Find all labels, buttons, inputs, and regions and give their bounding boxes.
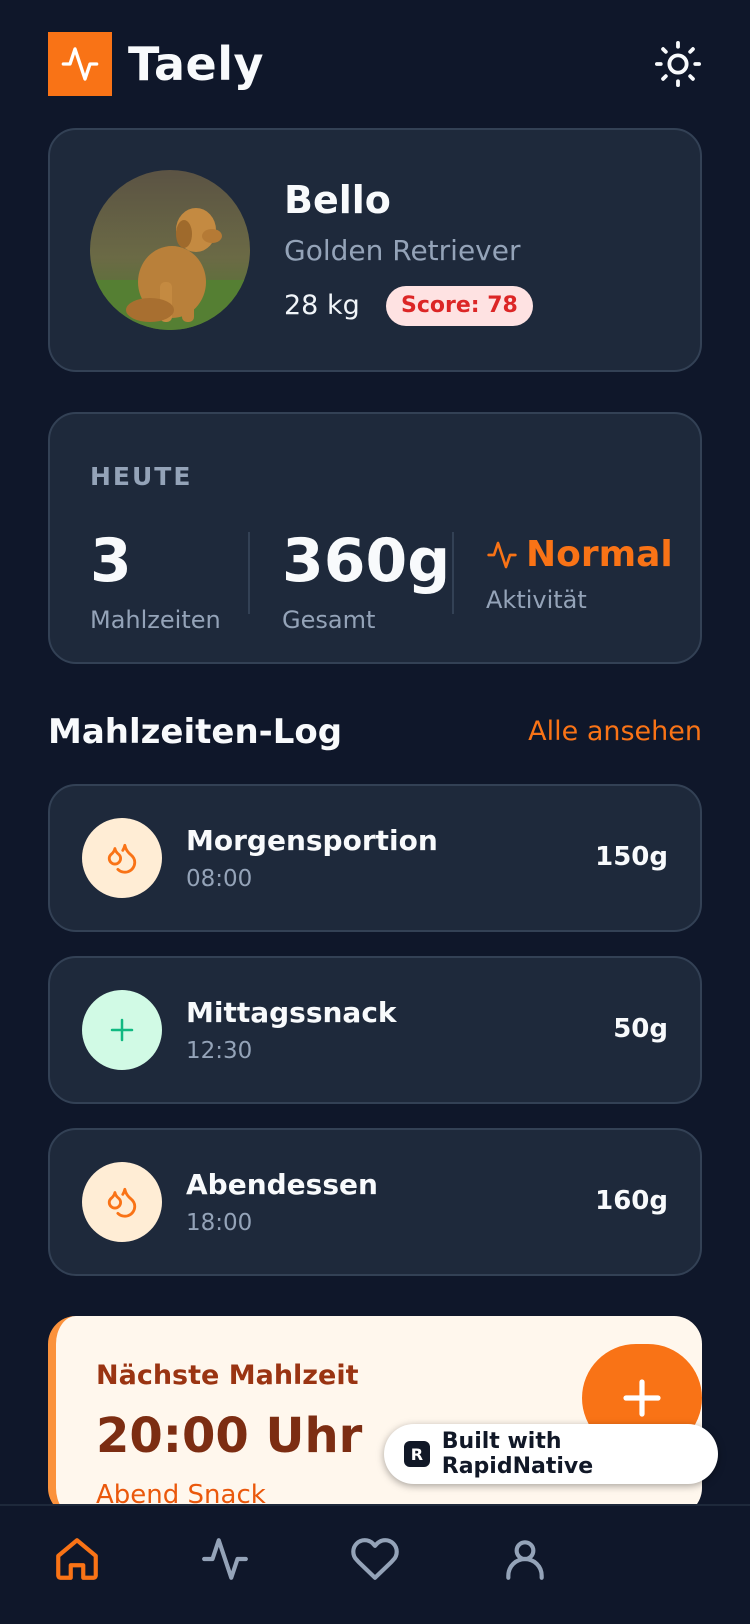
pet-breed: Golden Retriever [284,234,521,267]
heart-icon [351,1538,399,1580]
tab-profile[interactable] [470,1506,580,1624]
activity-label: Aktivität [486,586,587,614]
total-label: Gesamt [282,606,376,634]
app-header: Taely [48,32,702,96]
meal-time: 18:00 [186,1210,253,1236]
meal-amount: 160g [595,1186,668,1216]
sun-icon [655,41,701,87]
droplets-icon [107,843,137,874]
meal-name: Mittagssnack [186,996,397,1029]
plus-icon [110,1018,134,1042]
activity-value: Normal [526,534,673,575]
meal-item[interactable]: Mittagssnack 12:30 50g [48,956,702,1104]
plus-icon [623,1379,661,1417]
activity-icon [202,1538,248,1580]
see-all-link[interactable]: Alle ansehen [528,716,702,747]
meal-amount: 50g [613,1014,668,1044]
tab-health[interactable] [320,1506,430,1624]
rapidnative-logo-icon: R [404,1441,430,1467]
today-stats-card: HEUTE 3 Mahlzeiten 360g Gesamt Normal Ak… [48,412,702,664]
meals-count: 3 [90,526,132,596]
activity-status: Normal [486,534,673,575]
pet-name: Bello [284,178,391,222]
today-label: HEUTE [90,462,193,491]
total-amount: 360g [282,526,451,596]
droplets-icon [107,1187,137,1218]
meal-time: 12:30 [186,1038,253,1064]
built-with-text: Built with RapidNative [441,1429,594,1479]
theme-toggle-button[interactable] [654,40,702,88]
next-meal-time: 20:00 Uhr [96,1408,363,1464]
next-meal-label: Nächste Mahlzeit [96,1360,359,1391]
pet-profile-card[interactable]: Bello Golden Retriever 28 kg Score: 78 [48,128,702,372]
built-with-badge[interactable]: R Built with RapidNative [384,1424,718,1484]
pet-weight: 28 kg [284,290,360,321]
meal-name: Abendessen [186,1168,378,1201]
activity-icon [487,541,517,568]
meal-icon-container [82,1162,162,1242]
pet-avatar [90,170,250,330]
meal-time: 08:00 [186,866,253,892]
meal-log-title: Mahlzeiten-Log [48,712,343,752]
tab-home[interactable] [22,1506,132,1624]
meals-label: Mahlzeiten [90,606,221,634]
bottom-tab-bar [0,1504,750,1624]
brand: Taely [48,32,264,96]
score-badge: Score: 78 [386,286,533,326]
meal-item[interactable]: Morgensportion 08:00 150g [48,784,702,932]
meal-icon-container [82,818,162,898]
home-icon [56,1538,98,1580]
meal-icon-container [82,990,162,1070]
meal-amount: 150g [595,842,668,872]
stat-divider [248,532,250,614]
user-icon [506,1540,544,1580]
app-name: Taely [128,37,264,91]
meal-item[interactable]: Abendessen 18:00 160g [48,1128,702,1276]
stat-divider [452,532,454,614]
tab-tracking[interactable] [170,1506,280,1624]
pulse-icon [61,47,99,81]
meal-name: Morgensportion [186,824,438,857]
app-logo [48,32,112,96]
